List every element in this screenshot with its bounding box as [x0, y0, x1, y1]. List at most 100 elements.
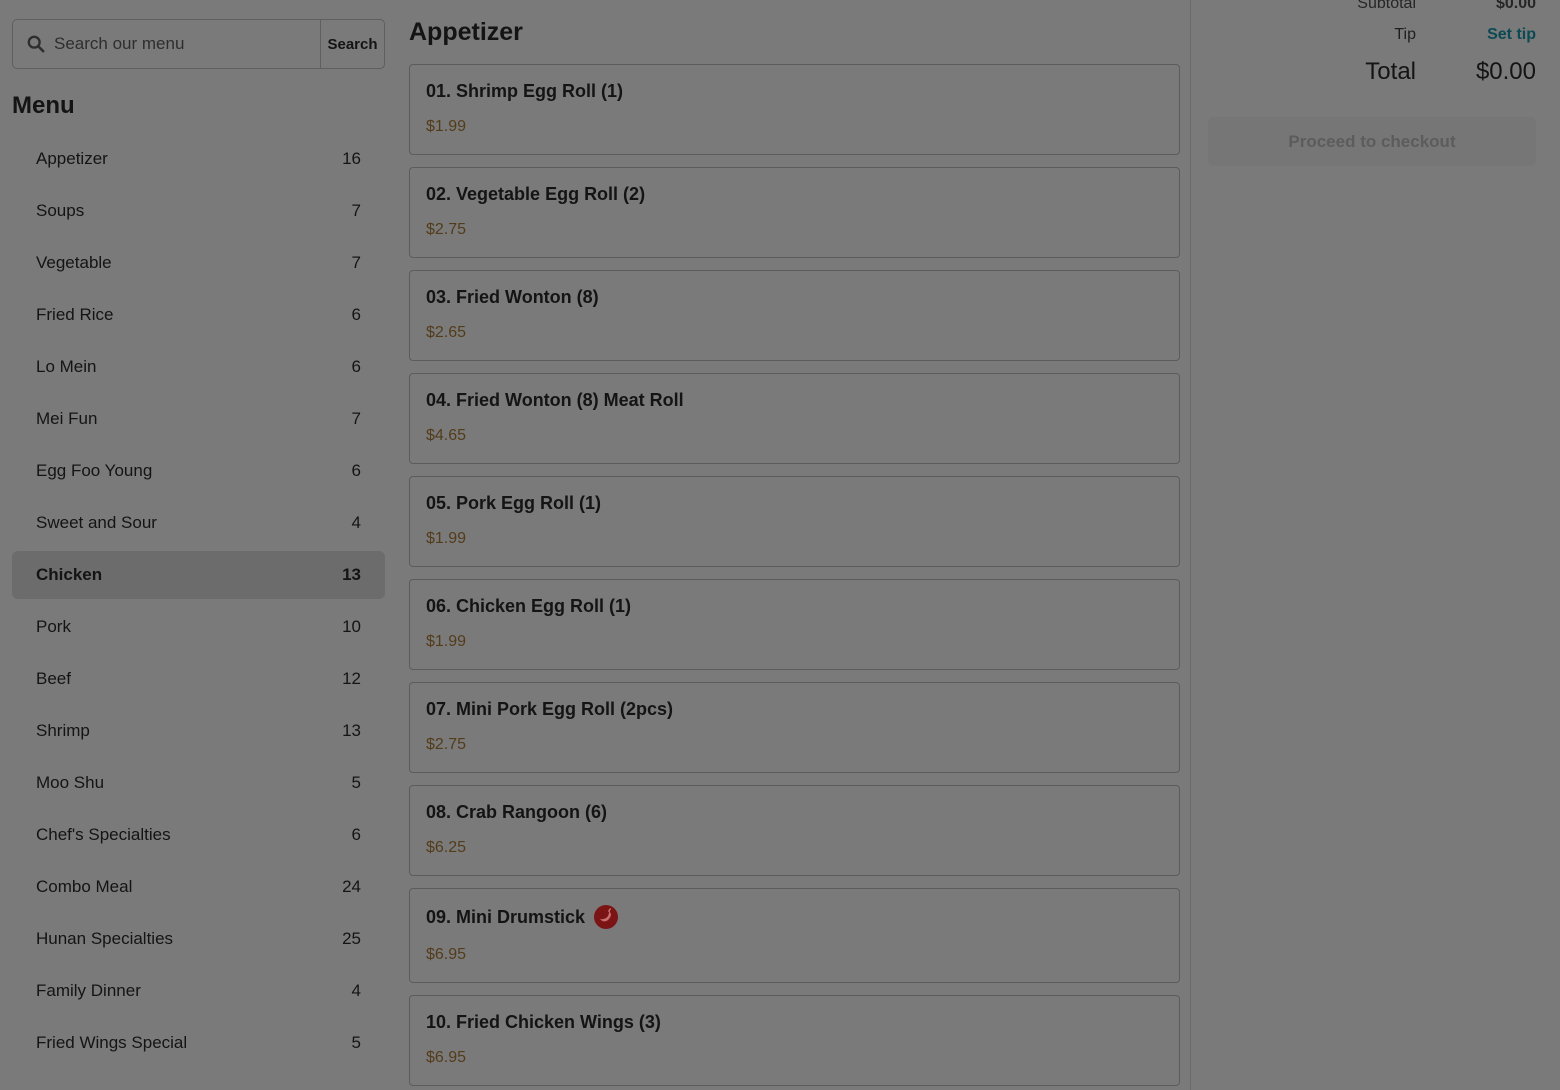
menu-item-card[interactable]: 04. Fried Wonton (8) Meat Roll $4.65	[409, 373, 1180, 464]
menu-item-card[interactable]: 09. Mini Drumstick $6.95	[409, 888, 1180, 983]
category-count: 6	[351, 305, 361, 324]
menu-item-card[interactable]: 03. Fried Wonton (8) $2.65	[409, 270, 1180, 361]
section-title: Appetizer	[409, 18, 523, 46]
category-label: Appetizer	[36, 149, 108, 168]
total-label: Total	[1365, 58, 1416, 85]
sidebar-item-chef-s-specialties[interactable]: Chef's Specialties 6	[12, 811, 385, 859]
menu-item-card[interactable]: 01. Shrimp Egg Roll (1) $1.99	[409, 64, 1180, 155]
total-value: $0.00	[1475, 58, 1536, 85]
item-name-text: 02. Vegetable Egg Roll (2)	[426, 184, 646, 204]
category-label: Moo Shu	[36, 773, 105, 792]
sidebar-item-soups[interactable]: Soups 7	[12, 187, 385, 235]
search-box[interactable]	[13, 20, 320, 68]
category-label: Fried Rice	[36, 305, 114, 324]
tip-label: Tip	[1394, 26, 1416, 43]
category-count: 7	[351, 409, 361, 428]
category-list: Appetizer 16 Soups 7 Vegetable 7 Fried Rice 6 Lo…	[12, 135, 385, 1071]
item-price: $6.25	[426, 839, 467, 856]
sidebar-item-chicken[interactable]: Chicken 13	[12, 551, 385, 599]
sidebar-item-lo-mein[interactable]: Lo Mein 6	[12, 343, 385, 391]
item-name: 05. Pork Egg Roll (1)	[426, 493, 1163, 514]
spicy-icon	[594, 905, 619, 929]
divider	[1190, 0, 1191, 1090]
category-label: Chef's Specialties	[36, 825, 171, 844]
search-input[interactable]	[54, 34, 304, 54]
item-price: $2.75	[426, 736, 467, 753]
sidebar-item-moo-shu[interactable]: Moo Shu 5	[12, 759, 385, 807]
category-count: 4	[351, 513, 361, 532]
category-count: 6	[351, 825, 361, 844]
sidebar-item-sweet-and-sour[interactable]: Sweet and Sour 4	[12, 499, 385, 547]
item-list: 01. Shrimp Egg Roll (1) $1.99 02. Vegetabl…	[409, 64, 1180, 1090]
category-count: 4	[351, 981, 361, 1000]
item-name: 01. Shrimp Egg Roll (1)	[426, 81, 1163, 102]
category-label: Pork	[36, 617, 71, 636]
subtotal-value: $0.00	[1495, 0, 1536, 12]
category-count: 5	[351, 773, 361, 792]
sidebar-item-beef[interactable]: Beef 12	[12, 655, 385, 703]
item-name: 04. Fried Wonton (8) Meat Roll	[426, 390, 1163, 411]
sidebar-item-appetizer[interactable]: Appetizer 16	[12, 135, 385, 183]
search-icon	[27, 35, 45, 53]
menu-item-card[interactable]: 08. Crab Rangoon (6) $6.25	[409, 785, 1180, 876]
category-label: Fried Wings Special	[36, 1033, 188, 1052]
category-count: 7	[351, 201, 361, 220]
category-count: 6	[351, 461, 361, 480]
item-name: 09. Mini Drumstick	[426, 905, 1163, 929]
category-label: Shrimp	[36, 721, 90, 740]
category-label: Lo Mein	[36, 357, 97, 376]
menu-item-card[interactable]: 07. Mini Pork Egg Roll (2pcs) $2.75	[409, 682, 1180, 773]
item-name: 03. Fried Wonton (8)	[426, 287, 1163, 308]
total-row: Total $0.00	[1208, 58, 1536, 86]
menu-item-card[interactable]: 06. Chicken Egg Roll (1) $1.99	[409, 579, 1180, 670]
category-label: Family Dinner	[36, 981, 141, 1000]
menu-item-card[interactable]: 10. Fried Chicken Wings (3) $6.95	[409, 995, 1180, 1086]
item-name-text: 09. Mini Drumstick	[426, 906, 586, 927]
sidebar-item-fried-wings-special[interactable]: Fried Wings Special 5	[12, 1019, 385, 1067]
sidebar-item-shrimp[interactable]: Shrimp 13	[12, 707, 385, 755]
item-name-text: 07. Mini Pork Egg Roll (2pcs)	[426, 699, 674, 719]
item-name-text: 06. Chicken Egg Roll (1)	[426, 596, 632, 616]
set-tip-link[interactable]: Set tip	[1416, 26, 1536, 44]
category-count: 5	[351, 1033, 361, 1052]
category-count: 12	[342, 669, 361, 688]
item-name-text: 08. Crab Rangoon (6)	[426, 802, 608, 822]
search-button[interactable]: Search	[320, 20, 384, 68]
item-price: $4.65	[426, 427, 467, 444]
category-count: 7	[351, 253, 361, 272]
sidebar-item-family-dinner[interactable]: Family Dinner 4	[12, 967, 385, 1015]
category-count: 13	[342, 565, 361, 584]
menu-item-card[interactable]: 05. Pork Egg Roll (1) $1.99	[409, 476, 1180, 567]
sidebar-item-fried-rice[interactable]: Fried Rice 6	[12, 291, 385, 339]
category-label: Chicken	[36, 565, 103, 584]
item-price: $2.65	[426, 324, 467, 341]
item-name-text: 10. Fried Chicken Wings (3)	[426, 1012, 661, 1032]
item-price: $1.99	[426, 530, 467, 547]
subtotal-label: Subtotal	[1357, 0, 1416, 12]
item-price: $1.99	[426, 118, 467, 135]
sidebar-item-combo-meal[interactable]: Combo Meal 24	[12, 863, 385, 911]
menu-title: Menu	[12, 92, 75, 119]
item-price: $6.95	[426, 1049, 467, 1066]
category-count: 24	[342, 877, 361, 896]
sidebar-item-hunan-specialties[interactable]: Hunan Specialties 25	[12, 915, 385, 963]
sidebar-item-egg-foo-young[interactable]: Egg Foo Young 6	[12, 447, 385, 495]
category-label: Beef	[36, 669, 71, 688]
category-label: Combo Meal	[36, 877, 133, 896]
sidebar: Search Menu Appetizer 16 Soups 7 Vegetable 7 F…	[12, 0, 385, 1090]
category-count: 6	[351, 357, 361, 376]
checkout-button[interactable]: Proceed to checkout	[1208, 117, 1536, 166]
item-name: 06. Chicken Egg Roll (1)	[426, 596, 1163, 617]
category-label: Sweet and Sour	[36, 513, 157, 532]
search-bar: Search	[12, 19, 385, 69]
item-name-text: 04. Fried Wonton (8) Meat Roll	[426, 390, 684, 410]
item-name-text: 03. Fried Wonton (8)	[426, 287, 599, 307]
item-name-text: 01. Shrimp Egg Roll (1)	[426, 81, 624, 101]
sidebar-item-pork[interactable]: Pork 10	[12, 603, 385, 651]
sidebar-item-mei-fun[interactable]: Mei Fun 7	[12, 395, 385, 443]
category-label: Soups	[36, 201, 85, 220]
subtotal-row: Subtotal $0.00	[1208, 0, 1536, 13]
item-name: 10. Fried Chicken Wings (3)	[426, 1012, 1163, 1033]
menu-item-card[interactable]: 02. Vegetable Egg Roll (2) $2.75	[409, 167, 1180, 258]
sidebar-item-vegetable[interactable]: Vegetable 7	[12, 239, 385, 287]
